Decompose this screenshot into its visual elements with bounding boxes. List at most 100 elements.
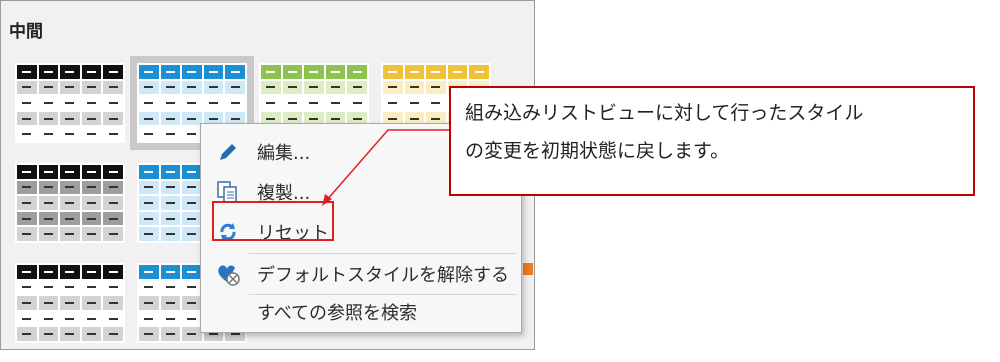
tile-cell bbox=[160, 327, 181, 341]
tile-cell bbox=[325, 80, 346, 95]
tile-header-cell bbox=[182, 265, 202, 279]
tile-cell bbox=[160, 296, 181, 310]
tile-cell bbox=[139, 280, 159, 295]
tile-cell bbox=[17, 180, 37, 195]
tile-cell bbox=[60, 280, 80, 295]
tile-header-cell bbox=[81, 65, 102, 79]
tile-cell bbox=[60, 111, 80, 126]
tile-cell bbox=[103, 127, 123, 141]
tile-cell bbox=[103, 296, 123, 310]
tile-cell bbox=[17, 327, 37, 341]
tile-cell bbox=[38, 180, 59, 195]
tile-header-cell bbox=[404, 65, 425, 79]
tile-cell bbox=[304, 80, 324, 95]
tile-cell bbox=[17, 111, 37, 126]
tile-cell bbox=[160, 96, 181, 110]
list-style-tile[interactable] bbox=[15, 263, 125, 343]
tile-cell bbox=[38, 296, 59, 310]
tile-cell bbox=[81, 296, 102, 310]
tile-header-cell bbox=[160, 65, 181, 79]
tile-cell bbox=[38, 280, 59, 295]
tile-cell bbox=[282, 96, 303, 110]
tile-cell bbox=[182, 127, 202, 141]
tile-cell bbox=[182, 80, 202, 95]
section-title: 中間 bbox=[9, 22, 43, 42]
tile-header-cell bbox=[225, 65, 245, 79]
list-style-tile[interactable] bbox=[15, 63, 125, 143]
menu-item-clear-default-style[interactable]: デフォルトスタイルを解除する bbox=[201, 254, 521, 294]
menu-item-label: 編集... bbox=[257, 143, 311, 164]
tile-cell bbox=[139, 227, 159, 241]
tile-cell bbox=[17, 227, 37, 241]
tile-header-cell bbox=[60, 65, 80, 79]
tile-cell bbox=[103, 311, 123, 326]
tile-cell bbox=[182, 111, 202, 126]
tile-cell bbox=[81, 311, 102, 326]
pencil-icon bbox=[215, 139, 241, 165]
tile-header-cell bbox=[38, 65, 59, 79]
tile-header-cell bbox=[103, 265, 123, 279]
tile-header-cell bbox=[60, 165, 80, 179]
tile-cell bbox=[17, 127, 37, 141]
tile-cell bbox=[139, 127, 159, 141]
tile-cell bbox=[160, 280, 181, 295]
tile-cell bbox=[38, 196, 59, 210]
tile-header-cell bbox=[38, 165, 59, 179]
tile-header-cell bbox=[17, 65, 37, 79]
explanation-callout: 組み込みリストビューに対して行ったスタイル の変更を初期状態に戻します。 bbox=[449, 86, 975, 196]
tile-cell bbox=[160, 211, 181, 226]
tile-cell bbox=[160, 180, 181, 195]
tile-cell bbox=[103, 80, 123, 95]
tile-cell bbox=[103, 280, 123, 295]
tile-cell bbox=[60, 296, 80, 310]
tile-cell bbox=[17, 296, 37, 310]
tile-cell bbox=[347, 96, 367, 110]
tile-cell bbox=[261, 96, 281, 110]
tile-header-cell bbox=[325, 65, 346, 79]
tile-cell bbox=[38, 311, 59, 326]
tile-cell bbox=[60, 227, 80, 241]
tile-cell bbox=[203, 80, 224, 95]
tile-cell bbox=[17, 311, 37, 326]
list-style-tile[interactable] bbox=[15, 163, 125, 243]
tile-header-cell bbox=[261, 65, 281, 79]
tile-header-cell bbox=[182, 65, 202, 79]
tile-cell bbox=[38, 227, 59, 241]
tile-cell bbox=[304, 96, 324, 110]
tile-cell bbox=[182, 327, 202, 341]
tile-header-cell bbox=[139, 165, 159, 179]
tile-cell bbox=[139, 180, 159, 195]
tile-cell bbox=[404, 80, 425, 95]
tile-cell bbox=[160, 111, 181, 126]
tile-cell bbox=[60, 80, 80, 95]
tile-cell bbox=[60, 311, 80, 326]
tile-cell bbox=[103, 180, 123, 195]
tile-header-cell bbox=[426, 65, 446, 79]
tile-cell bbox=[81, 327, 102, 341]
menu-item-label: デフォルトスタイルを解除する bbox=[257, 265, 509, 286]
tile-cell bbox=[160, 127, 181, 141]
tile-cell bbox=[60, 96, 80, 110]
tile-header-cell bbox=[103, 165, 123, 179]
tile-header-cell bbox=[103, 65, 123, 79]
tile-header-cell bbox=[81, 265, 102, 279]
tile-cell bbox=[139, 296, 159, 310]
tile-cell bbox=[404, 96, 425, 110]
tile-cell bbox=[81, 80, 102, 95]
tile-header-cell bbox=[160, 265, 181, 279]
tile-cell bbox=[17, 211, 37, 226]
tile-header-cell bbox=[17, 165, 37, 179]
menu-item-find-all-references[interactable]: すべての参照を検索 bbox=[201, 292, 521, 332]
tile-cell bbox=[60, 196, 80, 210]
tile-header-cell bbox=[282, 65, 303, 79]
partial-tile bbox=[523, 263, 533, 275]
tile-cell bbox=[426, 96, 446, 110]
tile-cell bbox=[38, 80, 59, 95]
tile-cell bbox=[383, 96, 403, 110]
tile-header-cell bbox=[60, 265, 80, 279]
tile-cell bbox=[139, 80, 159, 95]
tile-cell bbox=[325, 96, 346, 110]
callout-text-line-2: の変更を初期状態に戻します。 bbox=[465, 140, 730, 162]
tile-cell bbox=[347, 80, 367, 95]
reset-highlight-box bbox=[212, 201, 334, 241]
